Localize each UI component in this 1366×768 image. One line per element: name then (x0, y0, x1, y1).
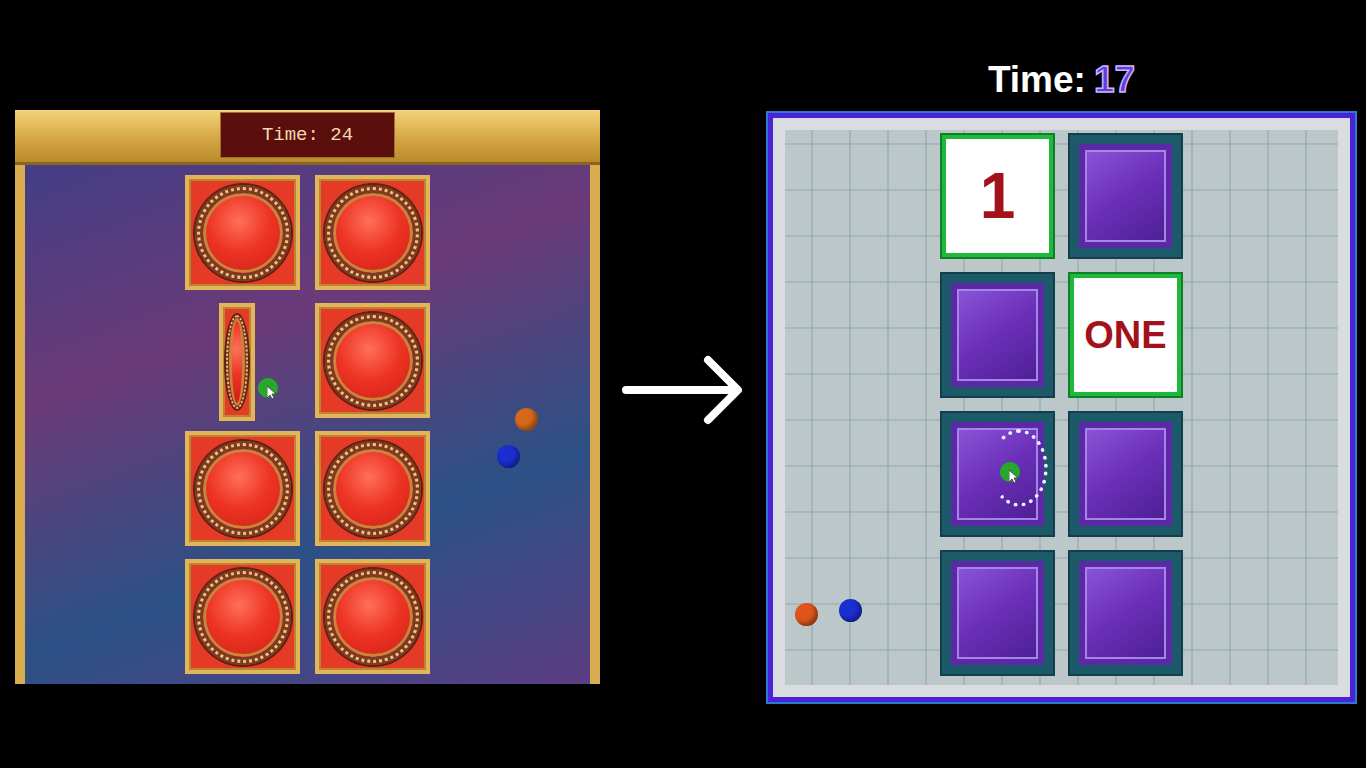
memory-card[interactable] (1070, 552, 1181, 674)
memory-card[interactable] (1070, 135, 1181, 257)
card-back (1079, 561, 1172, 665)
memory-card[interactable] (942, 274, 1053, 396)
cursor-marker[interactable] (258, 378, 278, 398)
card-back (951, 422, 1044, 526)
memory-card[interactable]: ONE (1070, 274, 1181, 396)
pointer-icon (1009, 470, 1019, 484)
button-emblem-icon (195, 185, 291, 281)
classic-game-board: Time: 24 (15, 110, 600, 684)
memory-card[interactable] (942, 552, 1053, 674)
card-text: ONE (1084, 307, 1166, 364)
memory-card[interactable] (315, 431, 430, 546)
memory-card[interactable] (942, 413, 1053, 535)
memory-card[interactable] (185, 559, 300, 674)
pointer-icon (267, 386, 277, 400)
memory-card[interactable] (315, 559, 430, 674)
memory-card[interactable] (219, 303, 255, 421)
button-emblem-icon (325, 569, 421, 665)
memory-card[interactable] (315, 303, 430, 418)
timer-label: Time: (988, 59, 1086, 100)
timer-display: Time:17 (768, 0, 1355, 113)
memory-card[interactable]: 1 (942, 135, 1053, 257)
button-emblem-icon (325, 441, 421, 537)
button-emblem-icon (325, 313, 421, 409)
player-piece (795, 603, 818, 626)
circuit-game-board: 1 ONE (768, 113, 1355, 702)
card-back (951, 283, 1044, 387)
cursor-marker[interactable] (1000, 462, 1020, 482)
card-text: 1 (980, 148, 1016, 244)
card-grid (185, 175, 430, 674)
player-piece (515, 408, 538, 431)
timer-display: Time: 24 (220, 112, 395, 159)
button-emblem-icon (195, 441, 291, 537)
memory-card[interactable] (1070, 413, 1181, 535)
card-back (951, 561, 1044, 665)
timer-value: 17 (1094, 59, 1135, 100)
player-piece (497, 445, 520, 468)
button-emblem-icon (226, 315, 248, 409)
memory-card[interactable] (315, 175, 430, 290)
card-back (1079, 144, 1172, 248)
player-piece (839, 599, 862, 622)
right-arrow-icon (622, 352, 746, 428)
circuit-game: Time:17 1 ONE (768, 0, 1355, 702)
transition-arrow (600, 0, 768, 428)
card-back (1079, 422, 1172, 526)
header-bar: Time: 24 (15, 110, 600, 165)
memory-card[interactable] (185, 431, 300, 546)
button-emblem-icon (195, 569, 291, 665)
memory-card[interactable] (185, 175, 300, 290)
button-emblem-icon (325, 185, 421, 281)
card-grid: 1 ONE (773, 118, 1350, 674)
